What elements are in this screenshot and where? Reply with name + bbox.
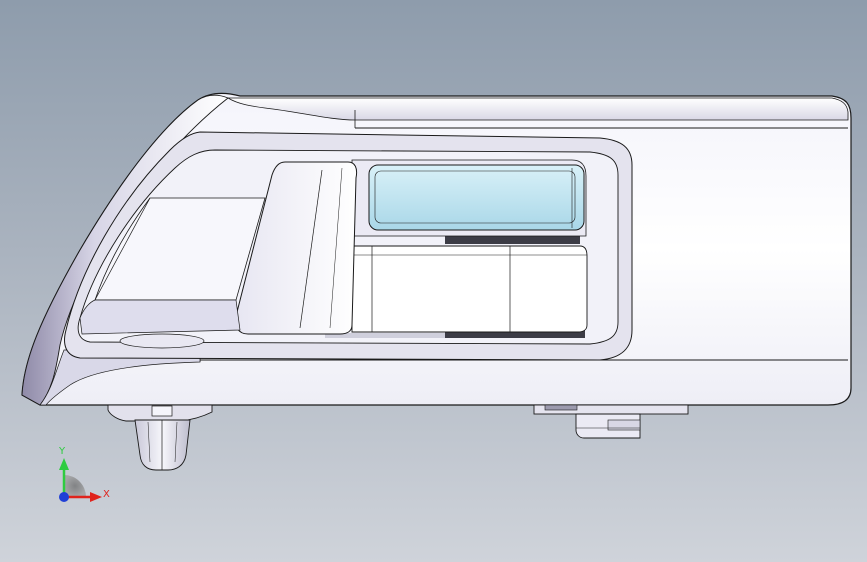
y-axis-arrow	[59, 458, 69, 470]
pivot-boss	[119, 333, 205, 349]
x-axis-label: X	[103, 489, 110, 500]
clip-tab	[151, 405, 173, 417]
guide-block	[351, 245, 588, 333]
housing-top-bevel	[226, 97, 849, 121]
pocket-lower-ledge	[79, 299, 241, 335]
glass-window[interactable]	[368, 164, 585, 231]
cad-viewport[interactable]: Y X	[0, 0, 867, 562]
z-axis-dot	[59, 492, 69, 502]
x-axis-arrow	[90, 492, 102, 502]
bracket-hook-face	[607, 419, 641, 431]
snap-clip[interactable]	[107, 404, 213, 471]
axis-triad: Y X	[58, 446, 110, 502]
y-axis-label: Y	[58, 446, 66, 457]
bracket-notch	[544, 404, 578, 411]
rear-bracket[interactable]	[533, 404, 689, 439]
model-canvas[interactable]: Y X	[0, 0, 867, 562]
clip-stem	[134, 419, 191, 471]
